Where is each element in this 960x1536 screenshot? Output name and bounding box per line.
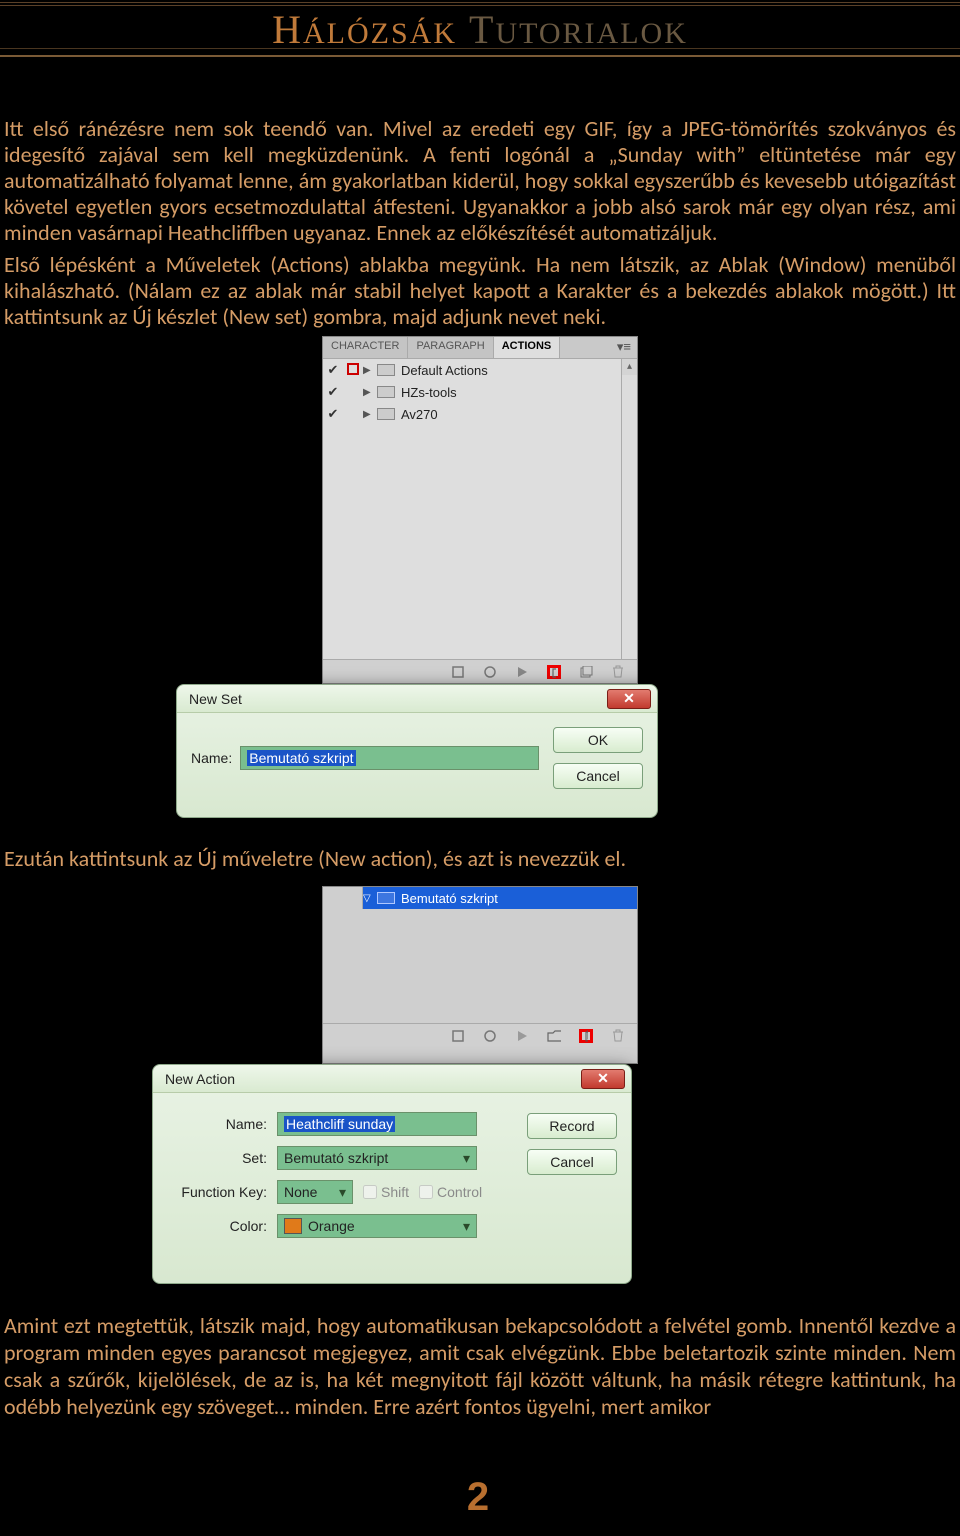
color-swatch [284,1218,302,1234]
stop-icon[interactable] [451,665,465,679]
paragraph-1: Itt első ránézésre nem sok teendő van. M… [4,116,956,246]
record-button[interactable]: Record [527,1113,617,1139]
name-label: Name: [191,750,232,766]
cancel-button[interactable]: Cancel [527,1149,617,1175]
page-header: HÁLÓZSÁK TUTORIALOK [0,0,960,60]
folder-icon [377,364,395,376]
expand-icon[interactable]: ▶ [363,365,377,376]
label-set: Set: [167,1150,267,1166]
toggle-checkbox[interactable]: ✔ [323,362,343,378]
tab-actions[interactable]: ACTIONS [494,337,561,358]
record-icon[interactable] [483,665,497,679]
folder-icon [377,386,395,398]
trash-icon[interactable] [611,1029,625,1043]
action-set-name: HZs-tools [401,385,637,400]
label-name: Name: [167,1116,267,1132]
action-set-name: Default Actions [401,363,637,378]
close-button[interactable]: ✕ [581,1069,625,1089]
scroll-up-icon[interactable]: ▴ [622,359,637,375]
new-action-icon[interactable] [579,665,593,679]
actions-panel: CHARACTER PARAGRAPH ACTIONS ▾≡ ✔ ▶ Defau… [322,336,638,684]
new-set-icon[interactable] [547,1029,561,1043]
close-button[interactable]: ✕ [607,689,651,709]
cancel-button[interactable]: Cancel [553,763,643,789]
actions-panel-small: ▽ Bemutató szkript [322,886,638,1064]
paragraph-4: Amint ezt megtettük, látszik majd, hogy … [4,1312,956,1420]
action-set-selected[interactable]: ▽ Bemutató szkript [363,887,637,909]
page-number: 2 [0,1475,960,1520]
trash-icon[interactable] [611,665,625,679]
paragraph-3: Ezután kattintsunk az Új műveletre (New … [4,845,626,872]
scrollbar[interactable]: ▴ [621,359,637,661]
dialog-title: New Action [165,1071,235,1087]
shift-checkbox[interactable]: Shift [363,1184,409,1200]
expand-icon[interactable]: ▽ [363,893,377,904]
folder-icon [377,892,395,904]
play-icon[interactable] [515,665,529,679]
dialog-toggle-icon[interactable] [343,363,363,378]
tab-paragraph[interactable]: PARAGRAPH [408,337,493,358]
action-row[interactable]: ✔ ▶ HZs-tools [323,381,637,403]
action-set-name: Bemutató szkript [401,891,498,906]
fkey-select[interactable]: None [277,1180,353,1204]
new-set-button[interactable] [547,665,561,679]
ok-button[interactable]: OK [553,727,643,753]
toggle-checkbox[interactable]: ✔ [323,384,343,400]
record-icon[interactable] [483,1029,497,1043]
action-row[interactable]: ✔ ▶ Default Actions [323,359,637,381]
toggle-checkbox[interactable]: ✔ [323,406,343,422]
panel-menu-icon[interactable]: ▾≡ [611,337,637,358]
set-select[interactable]: Bemutató szkript [277,1146,477,1170]
expand-icon[interactable]: ▶ [363,387,377,398]
tab-character[interactable]: CHARACTER [323,337,408,358]
page-title-main: HÁLÓZSÁK [272,6,457,53]
control-checkbox[interactable]: Control [419,1184,482,1200]
expand-icon[interactable]: ▶ [363,409,377,420]
play-icon[interactable] [515,1029,529,1043]
page-title-sub: TUTORIALOK [469,6,688,53]
new-action-dialog: New Action ✕ Name: Heathcliff sunday Set… [152,1064,632,1284]
new-set-dialog: New Set ✕ Name: Bemutató szkript OK Canc… [176,684,658,818]
paragraph-2: Első lépésként a Műveletek (Actions) abl… [4,252,956,330]
color-select[interactable]: Orange [277,1214,477,1238]
stop-icon[interactable] [451,1029,465,1043]
dialog-title: New Set [189,691,242,707]
folder-icon [377,408,395,420]
label-fkey: Function Key: [167,1184,267,1200]
label-color: Color: [167,1218,267,1234]
new-action-button[interactable] [579,1029,593,1043]
action-row[interactable]: ✔ ▶ Av270 [323,403,637,425]
name-input[interactable]: Heathcliff sunday [277,1112,477,1136]
action-set-name: Av270 [401,407,637,422]
name-input[interactable]: Bemutató szkript [240,746,539,770]
